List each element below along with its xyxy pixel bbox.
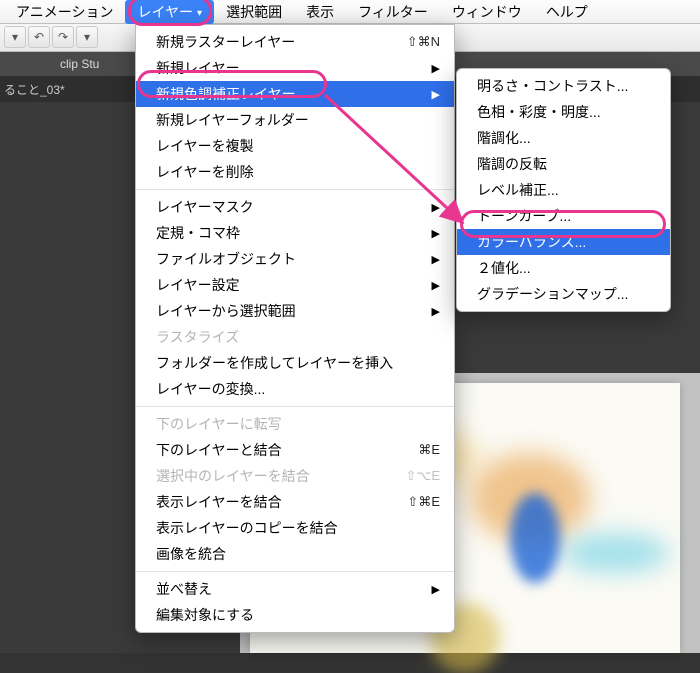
menu-item: 選択中のレイヤーを結合 ⇧⌥E bbox=[136, 463, 454, 489]
menu-filter[interactable]: フィルター bbox=[346, 0, 440, 24]
menu-item[interactable]: フォルダーを作成してレイヤーを挿入 bbox=[136, 350, 454, 376]
adjustment-layer-submenu: 明るさ・コントラスト... 色相・彩度・明度... 階調化... 階調の反転レベル補正… bbox=[456, 68, 671, 312]
menu-item[interactable]: レイヤー設定 ▶ bbox=[136, 272, 454, 298]
menu-item-label: 下のレイヤーと結合 bbox=[156, 440, 282, 460]
submenu-item[interactable]: 明るさ・コントラスト... bbox=[457, 73, 670, 99]
menu-item[interactable]: レイヤーから選択範囲 ▶ bbox=[136, 298, 454, 324]
menu-item-label: レイヤーマスク bbox=[156, 197, 254, 217]
menu-item-label: レイヤーの変換... bbox=[156, 379, 265, 399]
menu-item-label: 選択中のレイヤーを結合 bbox=[156, 466, 310, 486]
submenu-item[interactable]: トーンカーブ... bbox=[457, 203, 670, 229]
menu-shortcut: ⌘E bbox=[418, 442, 440, 458]
menu-item[interactable]: レイヤーマスク ▶ bbox=[136, 194, 454, 220]
submenu-arrow-icon: ▶ bbox=[432, 88, 440, 101]
window-title: clip Stu bbox=[60, 57, 99, 71]
menu-item[interactable]: ファイルオブジェクト ▶ bbox=[136, 246, 454, 272]
menu-item[interactable]: 新規ラスターレイヤー ⇧⌘N bbox=[136, 29, 454, 55]
menu-item-label: 新規色調補正レイヤー bbox=[156, 84, 296, 104]
submenu-arrow-icon: ▶ bbox=[432, 305, 440, 318]
menu-separator bbox=[136, 406, 454, 407]
submenu-item[interactable]: ２値化... bbox=[457, 255, 670, 281]
menu-item: ラスタライズ bbox=[136, 324, 454, 350]
submenu-item-label: トーンカーブ... bbox=[477, 206, 571, 226]
submenu-item-label: レベル補正... bbox=[477, 180, 559, 200]
submenu-arrow-icon: ▶ bbox=[432, 583, 440, 596]
menu-item[interactable]: 並べ替え ▶ bbox=[136, 576, 454, 602]
menu-item[interactable]: 新規色調補正レイヤー ▶ bbox=[136, 81, 454, 107]
submenu-arrow-icon: ▶ bbox=[432, 279, 440, 292]
menu-item[interactable]: レイヤーを複製 bbox=[136, 133, 454, 159]
menu-item-label: 新規レイヤーフォルダー bbox=[156, 110, 309, 130]
submenu-item-label: カラーバランス... bbox=[477, 232, 586, 252]
submenu-item[interactable]: レベル補正... bbox=[457, 177, 670, 203]
menu-item-label: 並べ替え bbox=[156, 579, 212, 599]
menu-item[interactable]: 定規・コマ枠 ▶ bbox=[136, 220, 454, 246]
menu-shortcut: ⇧⌥E bbox=[405, 468, 440, 484]
menu-item-label: レイヤーから選択範囲 bbox=[156, 301, 296, 321]
menu-item-label: 下のレイヤーに転写 bbox=[156, 414, 282, 434]
menu-shortcut: ⇧⌘N bbox=[407, 34, 440, 50]
menu-item[interactable]: 新規レイヤー ▶ bbox=[136, 55, 454, 81]
submenu-item[interactable]: 色相・彩度・明度... bbox=[457, 99, 670, 125]
submenu-item-label: 色相・彩度・明度... bbox=[477, 102, 601, 122]
menu-item[interactable]: レイヤーを削除 bbox=[136, 159, 454, 185]
chevron-down-icon: ▾ bbox=[197, 8, 202, 19]
menu-selection[interactable]: 選択範囲 bbox=[214, 0, 294, 24]
menu-item-label: 編集対象にする bbox=[156, 605, 254, 625]
menu-item[interactable]: 画像を統合 bbox=[136, 541, 454, 567]
menubar: アニメーションレイヤー▾選択範囲表示フィルターウィンドウヘルプ bbox=[0, 0, 700, 24]
menu-item[interactable]: 新規レイヤーフォルダー bbox=[136, 107, 454, 133]
menu-item-label: フォルダーを作成してレイヤーを挿入 bbox=[156, 353, 393, 373]
submenu-arrow-icon: ▶ bbox=[432, 253, 440, 266]
toolbar-btn[interactable]: ▾ bbox=[4, 26, 26, 48]
layer-menu-dropdown: 新規ラスターレイヤー ⇧⌘N 新規レイヤー ▶ 新規色調補正レイヤー ▶ 新規レイヤーフォル… bbox=[135, 24, 455, 633]
menu-animation[interactable]: アニメーション bbox=[4, 0, 125, 24]
submenu-item[interactable]: カラーバランス... bbox=[457, 229, 670, 255]
menu-item-label: 表示レイヤーのコピーを結合 bbox=[156, 518, 338, 538]
menu-item-label: ファイルオブジェクト bbox=[156, 249, 296, 269]
menu-item-label: 新規ラスターレイヤー bbox=[156, 32, 295, 52]
menu-separator bbox=[136, 571, 454, 572]
menu-item-label: 新規レイヤー bbox=[156, 58, 240, 78]
menu-item-label: レイヤー設定 bbox=[156, 275, 240, 295]
submenu-item[interactable]: 階調の反転 bbox=[457, 151, 670, 177]
menu-item: 下のレイヤーに転写 bbox=[136, 411, 454, 437]
submenu-item-label: 明るさ・コントラスト... bbox=[477, 76, 628, 96]
menu-item[interactable]: 表示レイヤーを結合 ⇧⌘E bbox=[136, 489, 454, 515]
redo-button[interactable]: ↷ bbox=[52, 26, 74, 48]
menu-item[interactable]: 編集対象にする bbox=[136, 602, 454, 628]
submenu-item-label: ２値化... bbox=[477, 258, 531, 278]
submenu-arrow-icon: ▶ bbox=[432, 227, 440, 240]
menu-item-label: ラスタライズ bbox=[156, 327, 239, 347]
menu-item-label: 表示レイヤーを結合 bbox=[156, 492, 282, 512]
menu-item-label: レイヤーを複製 bbox=[156, 136, 254, 156]
toolbar-btn[interactable]: ▾ bbox=[76, 26, 98, 48]
menu-window[interactable]: ウィンドウ bbox=[440, 0, 534, 24]
menu-view[interactable]: 表示 bbox=[294, 0, 346, 24]
submenu-item[interactable]: グラデーションマップ... bbox=[457, 281, 670, 307]
submenu-item-label: 階調化... bbox=[477, 128, 531, 148]
menu-item-label: 定規・コマ枠 bbox=[156, 223, 240, 243]
menu-item[interactable]: 下のレイヤーと結合 ⌘E bbox=[136, 437, 454, 463]
menu-item[interactable]: レイヤーの変換... bbox=[136, 376, 454, 402]
menu-item-label: 画像を統合 bbox=[156, 544, 226, 564]
submenu-item[interactable]: 階調化... bbox=[457, 125, 670, 151]
menu-layer[interactable]: レイヤー▾ bbox=[125, 0, 214, 24]
submenu-arrow-icon: ▶ bbox=[432, 201, 440, 214]
menu-help[interactable]: ヘルプ bbox=[534, 0, 600, 24]
document-tab[interactable]: ること_03* bbox=[4, 81, 65, 98]
submenu-item-label: グラデーションマップ... bbox=[477, 284, 628, 304]
menu-separator bbox=[136, 189, 454, 190]
undo-button[interactable]: ↶ bbox=[28, 26, 50, 48]
toolbar-buttons: ▾ ↶ ↷ ▾ bbox=[4, 26, 98, 48]
menu-item-label: レイヤーを削除 bbox=[156, 162, 254, 182]
menu-shortcut: ⇧⌘E bbox=[407, 494, 440, 510]
menu-item[interactable]: 表示レイヤーのコピーを結合 bbox=[136, 515, 454, 541]
submenu-item-label: 階調の反転 bbox=[477, 154, 547, 174]
submenu-arrow-icon: ▶ bbox=[432, 62, 440, 75]
